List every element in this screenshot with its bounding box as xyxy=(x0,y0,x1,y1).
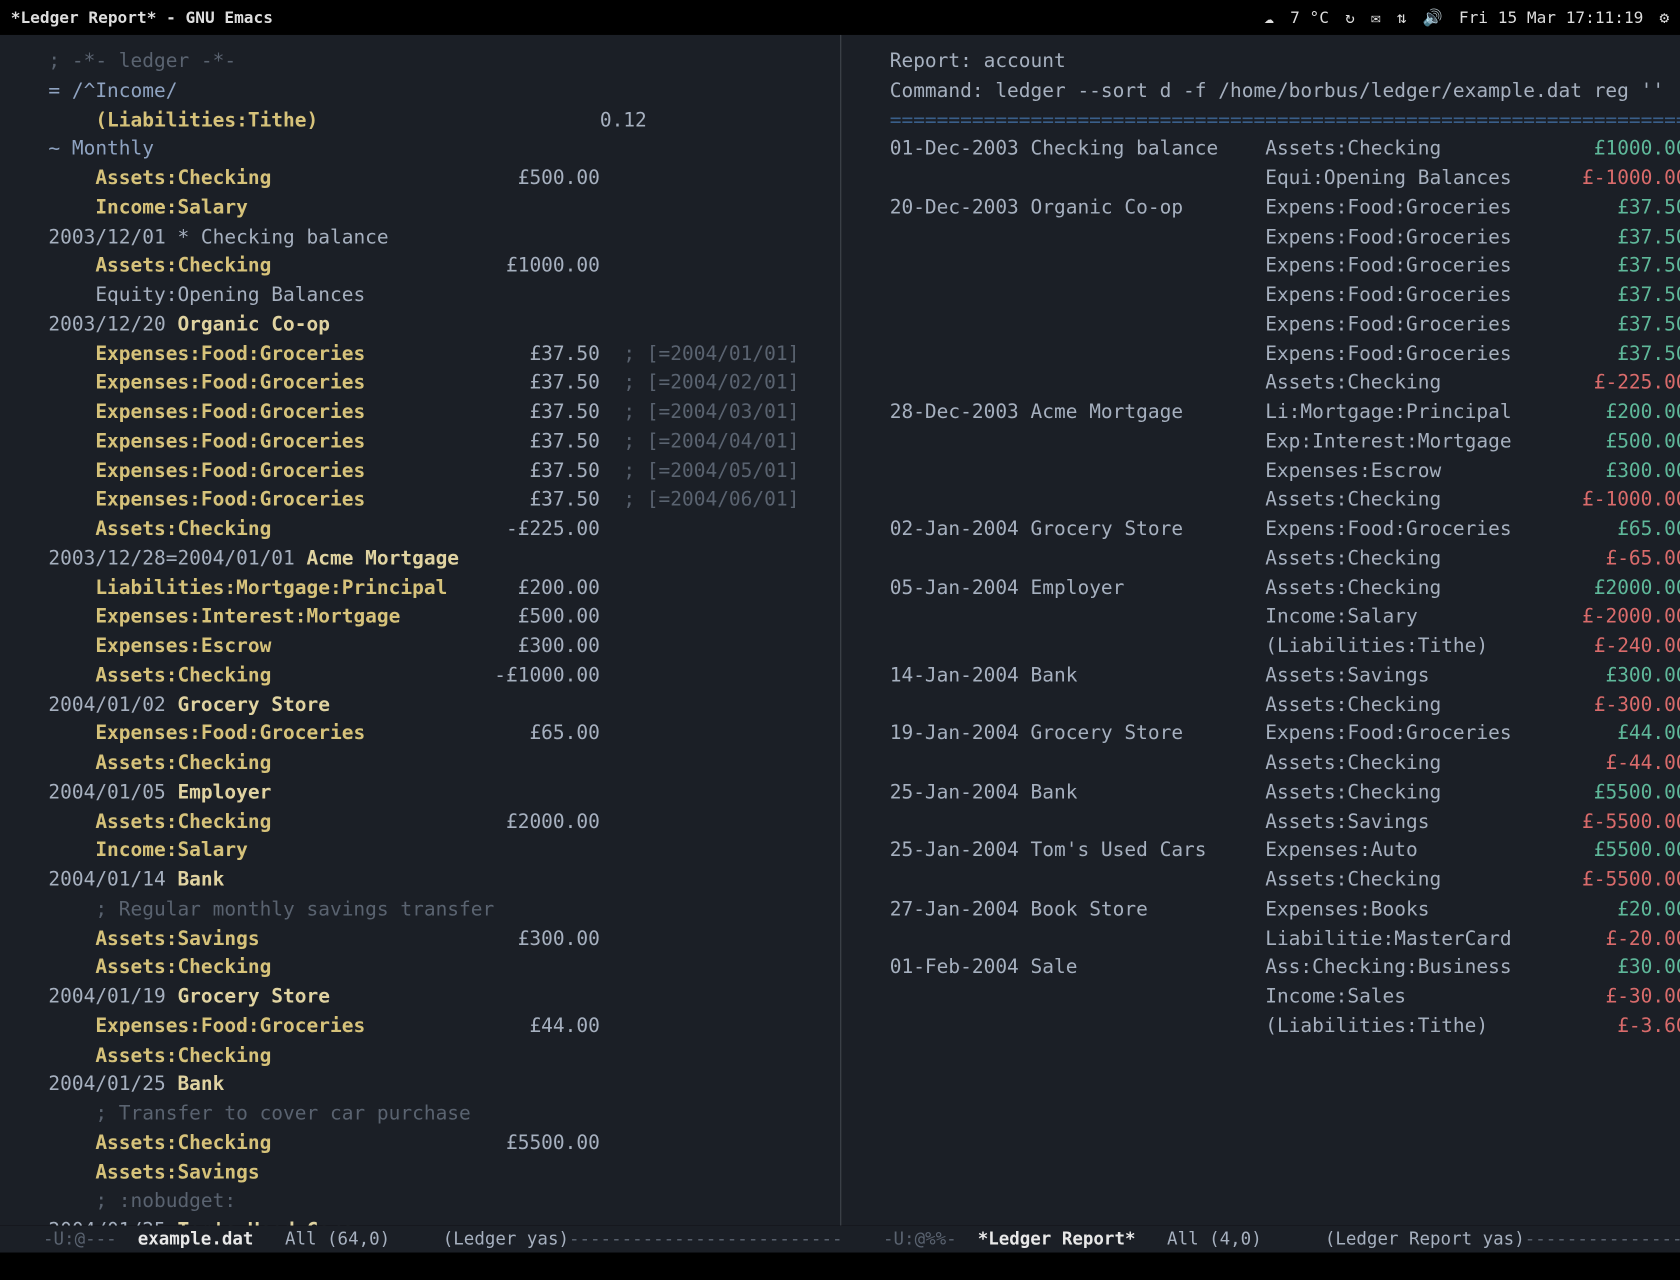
ledger-line[interactable]: Assets:Checking -£225.00 xyxy=(48,516,826,545)
ledger-line[interactable]: ; -*- ledger -*- xyxy=(48,48,826,77)
report-line: 01-Dec-2003 Checking balance Assets:Chec… xyxy=(890,136,1667,165)
report-line: ========================================… xyxy=(890,107,1667,136)
ledger-line[interactable]: Expenses:Food:Groceries £37.50 ; [=2004/… xyxy=(48,428,826,457)
modeline-right: -U:@%%- *Ledger Report* All (4,0) (Ledge… xyxy=(840,1226,1680,1253)
ledger-line[interactable]: Expenses:Food:Groceries £65.00 xyxy=(48,721,826,750)
ledger-line[interactable]: ; :nobudget: xyxy=(48,1188,826,1217)
report-line: 05-Jan-2004 Employer Assets:Checking £20… xyxy=(890,575,1667,604)
ledger-line[interactable]: Assets:Checking £5500.00 xyxy=(48,1130,826,1159)
ledger-line[interactable]: Expenses:Food:Groceries £37.50 ; [=2004/… xyxy=(48,370,826,399)
ledger-line[interactable]: 2003/12/28=2004/01/01 Acme Mortgage xyxy=(48,545,826,574)
report-line: 25-Jan-2004 Tom's Used Cars Expenses:Aut… xyxy=(890,838,1667,867)
mail-icon[interactable]: ✉ xyxy=(1371,8,1381,27)
report-line: Expens:Food:Groceries £37.50 £112.50 xyxy=(890,253,1667,282)
report-line: 14-Jan-2004 Bank Assets:Savings £300.00 … xyxy=(890,662,1667,691)
modeline-area: -U:@--- example.dat All (64,0) (Ledger y… xyxy=(0,1226,1680,1280)
report-line: (Liabilities:Tithe) £-240.00 £-240.00 xyxy=(890,633,1667,662)
ledger-line[interactable]: Assets:Savings £300.00 xyxy=(48,925,826,954)
volume-icon[interactable]: 🔊 xyxy=(1423,8,1443,27)
report-line: Assets:Checking £-1000.00 0 xyxy=(890,487,1667,516)
report-line: Assets:Checking £-225.00 0 xyxy=(890,370,1667,399)
ledger-line[interactable]: Expenses:Food:Groceries £37.50 ; [=2004/… xyxy=(48,341,826,370)
weather-text: 7 °C xyxy=(1290,8,1329,27)
window-titlebar: *Ledger Report* - GNU Emacs ☁ 7 °C ↻ ✉ ⇅… xyxy=(0,0,1680,35)
ledger-line[interactable]: 2004/01/25 Bank xyxy=(48,1072,826,1101)
report-line: Income:Salary £-2000.00 0 xyxy=(890,604,1667,633)
ledger-line[interactable]: Assets:Checking £500.00 xyxy=(48,165,826,194)
network-icon[interactable]: ⇅ xyxy=(1397,8,1407,27)
report-line: 27-Jan-2004 Book Store Expenses:Books £2… xyxy=(890,896,1667,925)
ledger-line[interactable]: (Liabilities:Tithe) 0.12 xyxy=(48,107,826,136)
report-line: Expens:Food:Groceries £37.50 £225.00 xyxy=(890,341,1667,370)
ledger-line[interactable]: 2003/12/01 * Checking balance xyxy=(48,224,826,253)
ledger-line[interactable]: 2004/01/02 Grocery Store xyxy=(48,691,826,720)
ledger-line[interactable]: Liabilities:Mortgage:Principal £200.00 xyxy=(48,575,826,604)
report-line: Expens:Food:Groceries £37.50 £187.50 xyxy=(890,311,1667,340)
ledger-line[interactable]: ; Transfer to cover car purchase xyxy=(48,1101,826,1130)
ledger-line[interactable]: Income:Salary xyxy=(48,838,826,867)
modeline-left: -U:@--- example.dat All (64,0) (Ledger y… xyxy=(0,1226,840,1253)
report-line: Expenses:Escrow £300.00 £1000.00 xyxy=(890,458,1667,487)
ledger-line[interactable]: Equity:Opening Balances xyxy=(48,282,826,311)
report-line: 28-Dec-2003 Acme Mortgage Li:Mortgage:Pr… xyxy=(890,399,1667,428)
report-line: Report: account xyxy=(890,48,1667,77)
ledger-line[interactable]: Assets:Checking xyxy=(48,750,826,779)
system-tray: ☁ 7 °C ↻ ✉ ⇅ 🔊 Fri 15 Mar 17:11:19 ⚙ xyxy=(1264,8,1669,27)
ledger-line[interactable]: Assets:Checking £2000.00 xyxy=(48,808,826,837)
report-line: Assets:Checking £-5500.00 £-240.00 xyxy=(890,867,1667,896)
ledger-line[interactable]: Expenses:Food:Groceries £37.50 ; [=2004/… xyxy=(48,399,826,428)
left-editor-pane[interactable]: ; -*- ledger -*-= /^Income/ (Liabilities… xyxy=(0,35,840,1226)
report-line: Expens:Food:Groceries £37.50 £75.00 xyxy=(890,224,1667,253)
refresh-icon[interactable]: ↻ xyxy=(1345,8,1355,27)
ledger-line[interactable]: Expenses:Food:Groceries £37.50 ; [=2004/… xyxy=(48,487,826,516)
minibuffer[interactable] xyxy=(0,1253,1680,1280)
ledger-line[interactable]: Assets:Checking xyxy=(48,1042,826,1071)
ledger-line[interactable]: Assets:Checking xyxy=(48,955,826,984)
ledger-line[interactable]: 2004/01/05 Employer xyxy=(48,779,826,808)
ledger-line[interactable]: Income:Salary xyxy=(48,195,826,224)
ledger-line[interactable]: 2004/01/19 Grocery Store xyxy=(48,984,826,1013)
report-line: Assets:Checking £-65.00 0 xyxy=(890,545,1667,574)
ledger-line[interactable]: Assets:Checking £1000.00 xyxy=(48,253,826,282)
ledger-line[interactable]: 2004/01/14 Bank xyxy=(48,867,826,896)
report-line: Assets:Savings £-5500.00 £-240.00 xyxy=(890,808,1667,837)
report-line: 25-Jan-2004 Bank Assets:Checking £5500.0… xyxy=(890,779,1667,808)
report-line: (Liabilities:Tithe) £-3.60 £-243.60 xyxy=(890,1013,1667,1042)
report-line: 01-Feb-2004 Sale Ass:Checking:Business £… xyxy=(890,955,1667,984)
ledger-line[interactable]: Expenses:Food:Groceries £37.50 ; [=2004/… xyxy=(48,458,826,487)
right-report-pane[interactable]: Report: accountCommand: ledger --sort d … xyxy=(840,35,1680,1226)
report-line: Liabilitie:MasterCard £-20.00 £-240.00 xyxy=(890,925,1667,954)
ledger-line[interactable]: Assets:Savings xyxy=(48,1159,826,1188)
ledger-line[interactable]: ~ Monthly xyxy=(48,136,826,165)
ledger-line[interactable]: Expenses:Food:Groceries £44.00 xyxy=(48,1013,826,1042)
report-line: Income:Sales £-30.00 £-240.00 xyxy=(890,984,1667,1013)
report-line: Equi:Opening Balances £-1000.00 0 xyxy=(890,165,1667,194)
report-line: Assets:Checking £-44.00 £-240.00 xyxy=(890,750,1667,779)
report-line: Expens:Food:Groceries £37.50 £150.00 xyxy=(890,282,1667,311)
report-line: Exp:Interest:Mortgage £500.00 £700.00 xyxy=(890,428,1667,457)
ledger-line[interactable]: 2003/12/20 Organic Co-op xyxy=(48,311,826,340)
report-line: Command: ledger --sort d -f /home/borbus… xyxy=(890,78,1667,107)
ledger-line[interactable]: 2004/01/25 Tom's Used Cars xyxy=(48,1218,826,1226)
report-line: 02-Jan-2004 Grocery Store Expens:Food:Gr… xyxy=(890,516,1667,545)
window-title: *Ledger Report* - GNU Emacs xyxy=(11,8,273,27)
ledger-line[interactable]: Assets:Checking -£1000.00 xyxy=(48,662,826,691)
clock-text: Fri 15 Mar 17:11:19 xyxy=(1459,8,1644,27)
report-line: 19-Jan-2004 Grocery Store Expens:Food:Gr… xyxy=(890,721,1667,750)
ledger-line[interactable]: Expenses:Escrow £300.00 xyxy=(48,633,826,662)
report-line: 20-Dec-2003 Organic Co-op Expens:Food:Gr… xyxy=(890,195,1667,224)
weather-icon: ☁ xyxy=(1264,8,1274,27)
report-line: Assets:Checking £-300.00 £-240.00 xyxy=(890,691,1667,720)
ledger-line[interactable]: ; Regular monthly savings transfer xyxy=(48,896,826,925)
ledger-line[interactable]: = /^Income/ xyxy=(48,78,826,107)
ledger-line[interactable]: Expenses:Interest:Mortgage £500.00 xyxy=(48,604,826,633)
gear-icon[interactable]: ⚙ xyxy=(1660,8,1670,27)
